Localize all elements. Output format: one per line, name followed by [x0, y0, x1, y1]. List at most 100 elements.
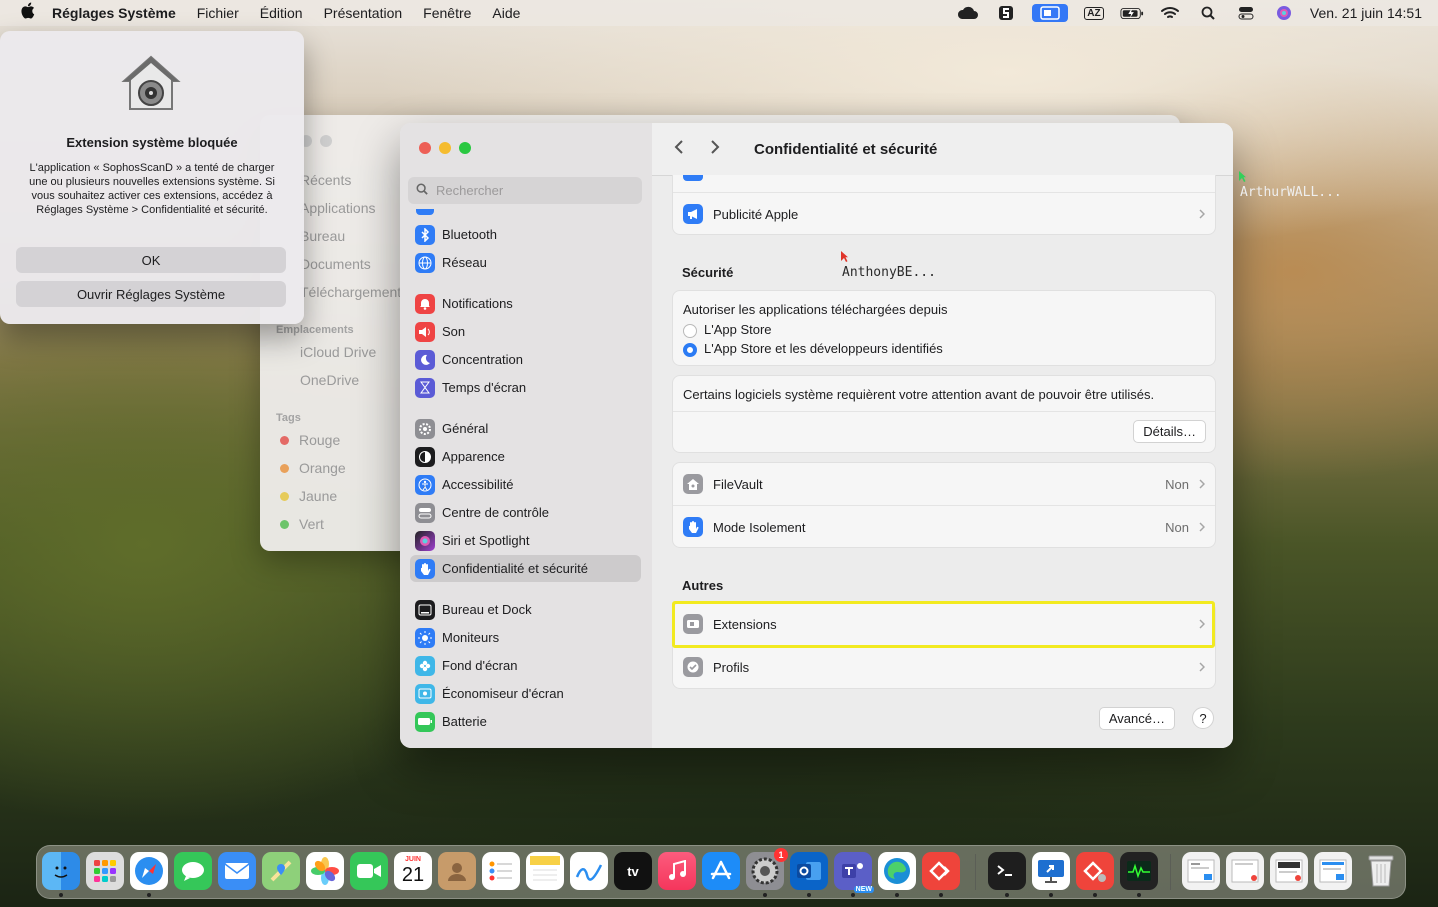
teams-icon[interactable]: NEW [834, 852, 874, 897]
finder-item-bureau[interactable]: Bureau [300, 228, 345, 244]
sidebar-item-general[interactable]: Général [410, 415, 641, 442]
photos-icon[interactable] [306, 852, 344, 890]
help-button[interactable]: ? [1192, 707, 1214, 729]
anydesk-alt-icon[interactable] [1076, 852, 1114, 897]
row-profiles[interactable]: Profils [673, 645, 1215, 688]
details-button[interactable]: Détails… [1133, 420, 1206, 443]
finder-tag-orange[interactable]: Orange [280, 460, 346, 476]
menu-fichier[interactable]: Fichier [197, 5, 239, 21]
sidebar-item-batterie[interactable]: Batterie [410, 708, 641, 735]
doc-thumb-3-icon[interactable] [1270, 852, 1308, 890]
wifi-icon[interactable] [1158, 4, 1182, 22]
reminders-icon[interactable] [482, 852, 520, 890]
forward-chevron-icon[interactable] [710, 138, 730, 161]
mail-icon[interactable] [218, 852, 256, 890]
launchpad-icon[interactable] [86, 852, 124, 890]
control-center-icon[interactable] [1234, 4, 1258, 22]
trash-icon[interactable] [1362, 852, 1400, 890]
sidebar-item-concentration[interactable]: Concentration [410, 346, 641, 373]
edge-icon[interactable] [878, 852, 916, 897]
terminal-icon[interactable] [988, 852, 1026, 897]
sidebar-item-confidentialite[interactable]: Confidentialité et sécurité [410, 555, 641, 582]
app-store-icon[interactable] [702, 852, 740, 890]
freeform-icon[interactable] [570, 852, 608, 890]
close-button[interactable] [419, 142, 431, 154]
finder-tag-jaune[interactable]: Jaune [280, 488, 337, 504]
search-input[interactable]: Rechercher [408, 177, 642, 204]
activity-monitor-icon[interactable] [1120, 852, 1158, 897]
sidebar-item-accessibilite[interactable]: Accessibilité [410, 471, 641, 498]
search-icon[interactable] [1196, 4, 1220, 22]
calendar-icon[interactable]: JUIN 21 [394, 852, 432, 890]
screen-icon[interactable] [1031, 4, 1068, 22]
menu-app-name[interactable]: Réglages Système [52, 5, 176, 21]
finder-item-onedrive[interactable]: OneDrive [300, 372, 359, 388]
sidebar-item-temps-ecran[interactable]: Temps d'écran [410, 374, 641, 401]
sidebar-item-bluetooth[interactable]: Bluetooth [410, 221, 641, 248]
sidebar-item-moniteurs[interactable]: Moniteurs [410, 624, 641, 651]
outlook-icon[interactable] [790, 852, 828, 897]
sidebar-item-fond-ecran[interactable]: Fond d'écran [410, 652, 641, 679]
sidebar-item-son[interactable]: Son [410, 318, 641, 345]
sidebar-item-apparence[interactable]: Apparence [410, 443, 641, 470]
menubar-clock[interactable]: Ven. 21 juin 14:51 [1310, 5, 1422, 21]
safari-icon[interactable] [130, 852, 168, 897]
az-icon[interactable]: AZ [1082, 4, 1106, 22]
messages-icon[interactable] [174, 852, 212, 890]
finder-tag-rouge[interactable]: Rouge [280, 432, 340, 448]
menu-fenetre[interactable]: Fenêtre [423, 5, 471, 21]
tv-icon[interactable]: tv [614, 852, 652, 890]
radio-label: L'App Store et les développeurs identifi… [704, 341, 943, 356]
menu-presentation[interactable]: Présentation [324, 5, 403, 21]
finder-minimize-button[interactable] [320, 135, 332, 147]
radio-app-store-devs[interactable]: L'App Store et les développeurs identifi… [683, 341, 943, 357]
music-icon[interactable] [658, 852, 696, 890]
finder-item-documents[interactable]: Documents [300, 256, 371, 272]
sidebar-item-bureau-dock[interactable]: Bureau et Dock [410, 596, 641, 623]
sidebar-item-economiseur[interactable]: Économiseur d'écran [410, 680, 641, 707]
finder-tag-vert[interactable]: Vert [280, 516, 324, 532]
siri-icon[interactable] [1272, 4, 1296, 22]
finder-item-recents[interactable]: Récents [300, 172, 351, 188]
doc-thumb-1-icon[interactable] [1182, 852, 1220, 890]
doc-thumb-4-icon[interactable] [1314, 852, 1352, 890]
alert-ok-button[interactable]: OK [16, 247, 286, 273]
alert-open-settings-button[interactable]: Ouvrir Réglages Système [16, 281, 286, 307]
sidebar-item-label: Batterie [442, 714, 487, 729]
gear-icon [415, 418, 435, 439]
sidebar-item-siri[interactable]: Siri et Spotlight [410, 527, 641, 554]
doc-thumb-2-icon[interactable] [1226, 852, 1264, 890]
system-settings-icon[interactable]: 1 [746, 848, 788, 897]
battery-icon[interactable] [1120, 4, 1144, 22]
finder-item-downloads[interactable]: Téléchargements [300, 284, 408, 300]
row-lockdown[interactable]: Mode Isolement Non [673, 505, 1215, 548]
maps-icon[interactable] [262, 852, 300, 890]
cloud-icon[interactable] [956, 4, 980, 22]
sidebar-item-centre-controle[interactable]: Centre de contrôle [410, 499, 641, 526]
row-apple-ads[interactable]: Publicité Apple [673, 192, 1215, 235]
finder-item-icloud[interactable]: iCloud Drive [300, 344, 376, 360]
row-value: Non [1165, 476, 1189, 492]
back-chevron-icon[interactable] [674, 138, 694, 161]
moon-icon [415, 349, 435, 370]
s-icon[interactable] [994, 4, 1018, 22]
accessibility-icon [415, 474, 435, 495]
sidebar-item-reseau[interactable]: Réseau [410, 249, 641, 276]
apple-menu-icon[interactable] [20, 2, 38, 24]
remote-desktop-icon[interactable] [1032, 852, 1070, 897]
zoom-button[interactable] [459, 142, 471, 154]
facetime-icon[interactable] [350, 852, 388, 890]
chevron-right-icon [1199, 207, 1206, 222]
minimize-button[interactable] [439, 142, 451, 154]
notes-icon[interactable] [526, 852, 564, 890]
menu-aide[interactable]: Aide [492, 5, 520, 21]
anydesk-icon[interactable] [922, 852, 960, 897]
finder-icon[interactable] [42, 852, 80, 897]
advanced-button[interactable]: Avancé… [1098, 707, 1175, 730]
finder-item-applications[interactable]: Applications [300, 200, 376, 216]
contacts-icon[interactable] [438, 852, 476, 890]
menu-edition[interactable]: Édition [260, 5, 303, 21]
sidebar-item-notifications[interactable]: Notifications [410, 290, 641, 317]
radio-app-store[interactable]: L'App Store [683, 322, 772, 338]
row-filevault[interactable]: FileVault Non [673, 463, 1215, 505]
